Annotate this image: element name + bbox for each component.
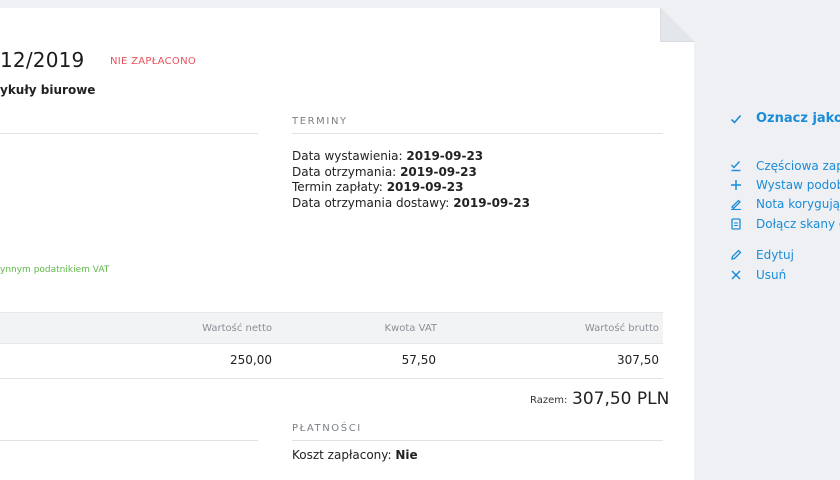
attach-scans-button[interactable]: Dołącz skany do bbox=[730, 217, 840, 231]
divider-left-top bbox=[0, 133, 258, 134]
term-row: Data otrzymania: 2019-09-23 bbox=[292, 164, 477, 179]
check-icon bbox=[730, 113, 748, 125]
document-icon bbox=[730, 218, 748, 230]
partial-payment-button[interactable]: Częściowa zapła bbox=[730, 159, 840, 173]
divider-payments bbox=[292, 440, 663, 441]
invoice-category: ykuły biurowe bbox=[0, 83, 96, 97]
close-icon bbox=[730, 269, 748, 281]
invoice-number: 12/2019 bbox=[0, 48, 85, 72]
cell-net: 250,00 bbox=[230, 353, 272, 367]
divider-table-row bbox=[0, 378, 663, 379]
terms-list: Data wystawienia: 2019-09-23 Data otrzym… bbox=[292, 149, 530, 211]
edit-button[interactable]: Edytuj bbox=[730, 248, 794, 262]
plus-icon bbox=[730, 179, 748, 191]
cell-gross: 307,50 bbox=[617, 353, 659, 367]
term-row: Data wystawienia: 2019-09-23 bbox=[292, 149, 484, 163]
vat-status-label: ynnym podatnikiem VAT bbox=[0, 265, 110, 275]
mark-paid-button[interactable]: Oznacz jako za bbox=[730, 111, 840, 126]
paid-status: Koszt zapłacony: Nie bbox=[292, 448, 418, 462]
term-row: Termin zapłaty: 2019-09-23 bbox=[292, 180, 464, 194]
col-header-net: Wartość netto bbox=[202, 323, 272, 334]
pencil-icon bbox=[730, 249, 748, 261]
term-row: Data otrzymania dostawy: 2019-09-23 bbox=[292, 195, 530, 210]
page-corner-fold bbox=[660, 8, 694, 42]
cell-vat: 57,50 bbox=[401, 353, 436, 367]
col-header-gross: Wartość brutto bbox=[584, 323, 659, 334]
delete-button[interactable]: Usuń bbox=[730, 268, 786, 282]
divider-left-bottom bbox=[0, 440, 258, 441]
status-badge: NIE ZAPŁACONO bbox=[110, 56, 197, 67]
divider-terms bbox=[292, 133, 663, 134]
pen-note-icon bbox=[730, 198, 748, 210]
issue-similar-button[interactable]: Wystaw podobn bbox=[730, 178, 840, 192]
payments-title: PŁATNOŚCI bbox=[292, 423, 362, 434]
correction-note-button[interactable]: Nota korygujące bbox=[730, 197, 840, 211]
partial-check-icon bbox=[730, 160, 748, 172]
terms-title: TERMINY bbox=[292, 116, 348, 127]
table-header: Wartość netto Kwota VAT Wartość brutto bbox=[0, 312, 663, 344]
total-value: 307,50 PLN bbox=[572, 389, 670, 409]
col-header-vat: Kwota VAT bbox=[384, 323, 437, 334]
invoice-sheet: 12/2019 NIE ZAPŁACONO ykuły biurowe TERM… bbox=[0, 8, 694, 480]
total-label: Razem: bbox=[530, 395, 568, 406]
